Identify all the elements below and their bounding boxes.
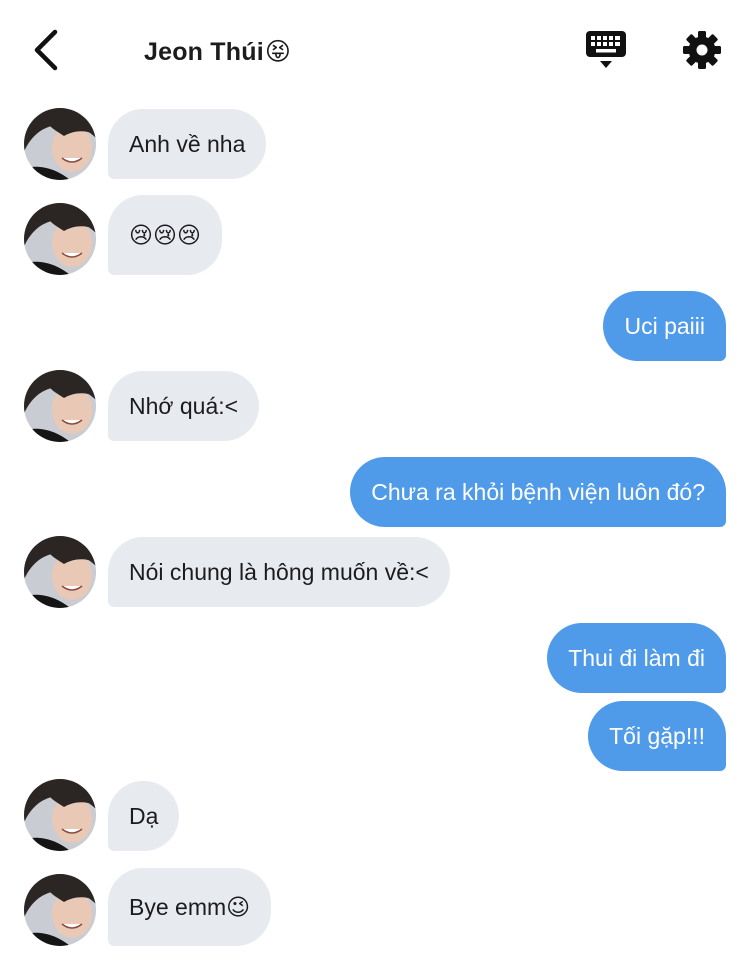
avatar-photo xyxy=(24,874,96,946)
avatar-photo xyxy=(24,779,96,851)
message-bubble[interactable]: Bye emm 😉 xyxy=(108,868,272,946)
message-text: Chưa ra khỏi bệnh viện luôn đó? xyxy=(371,478,705,505)
message-text: Nhớ quá:< xyxy=(129,392,239,419)
avatar[interactable] xyxy=(24,108,96,180)
message-text: Dạ xyxy=(129,802,159,829)
avatar-photo xyxy=(24,370,96,442)
message-bubble[interactable]: Chưa ra khỏi bệnh viện luôn đó? xyxy=(350,457,726,527)
avatar[interactable] xyxy=(24,203,96,275)
avatar[interactable] xyxy=(24,874,96,946)
message-bubble[interactable]: Anh về nha xyxy=(108,109,267,179)
contact-name: Jeon Thúi xyxy=(144,37,264,66)
keyboard-icon xyxy=(586,31,626,68)
chevron-left-icon xyxy=(34,29,58,71)
message-bubble[interactable]: Nói chung là hông muốn về:< xyxy=(108,537,450,607)
message-bubble[interactable]: Thui đi làm đi xyxy=(547,623,726,693)
avatar-photo xyxy=(24,108,96,180)
message-bubble[interactable]: Nhớ quá:< xyxy=(108,371,260,441)
message-text: Thui đi làm đi xyxy=(568,644,705,671)
avatar-photo xyxy=(24,536,96,608)
message-text: Bye emm xyxy=(129,893,227,920)
wink-emoji: 😉 xyxy=(226,893,251,920)
message-bubble[interactable]: Uci paiii xyxy=(603,291,726,361)
message-bubble[interactable]: 😢😢😢 xyxy=(108,195,222,275)
message-text: Tối gặp!!! xyxy=(609,722,705,749)
message-bubble[interactable]: Tối gặp!!! xyxy=(588,701,726,771)
contact-emoji: 😝 xyxy=(264,38,292,66)
avatar[interactable] xyxy=(24,779,96,851)
message-bubble[interactable]: Dạ xyxy=(108,781,180,851)
chat-title: Jeon Thúi 😝 xyxy=(144,32,291,72)
message-text: Uci paiii xyxy=(624,312,705,339)
back-button[interactable] xyxy=(26,28,66,72)
message-text: Nói chung là hông muốn về:< xyxy=(129,558,429,585)
message-text: Anh về nha xyxy=(129,130,246,157)
keyboard-button[interactable] xyxy=(582,26,630,74)
settings-button[interactable] xyxy=(678,26,726,74)
avatar-photo xyxy=(24,203,96,275)
message-text: 😢😢😢 xyxy=(129,221,201,248)
avatar[interactable] xyxy=(24,370,96,442)
chat-header: Jeon Thúi 😝 xyxy=(0,0,750,100)
gear-icon xyxy=(683,31,721,69)
avatar[interactable] xyxy=(24,536,96,608)
